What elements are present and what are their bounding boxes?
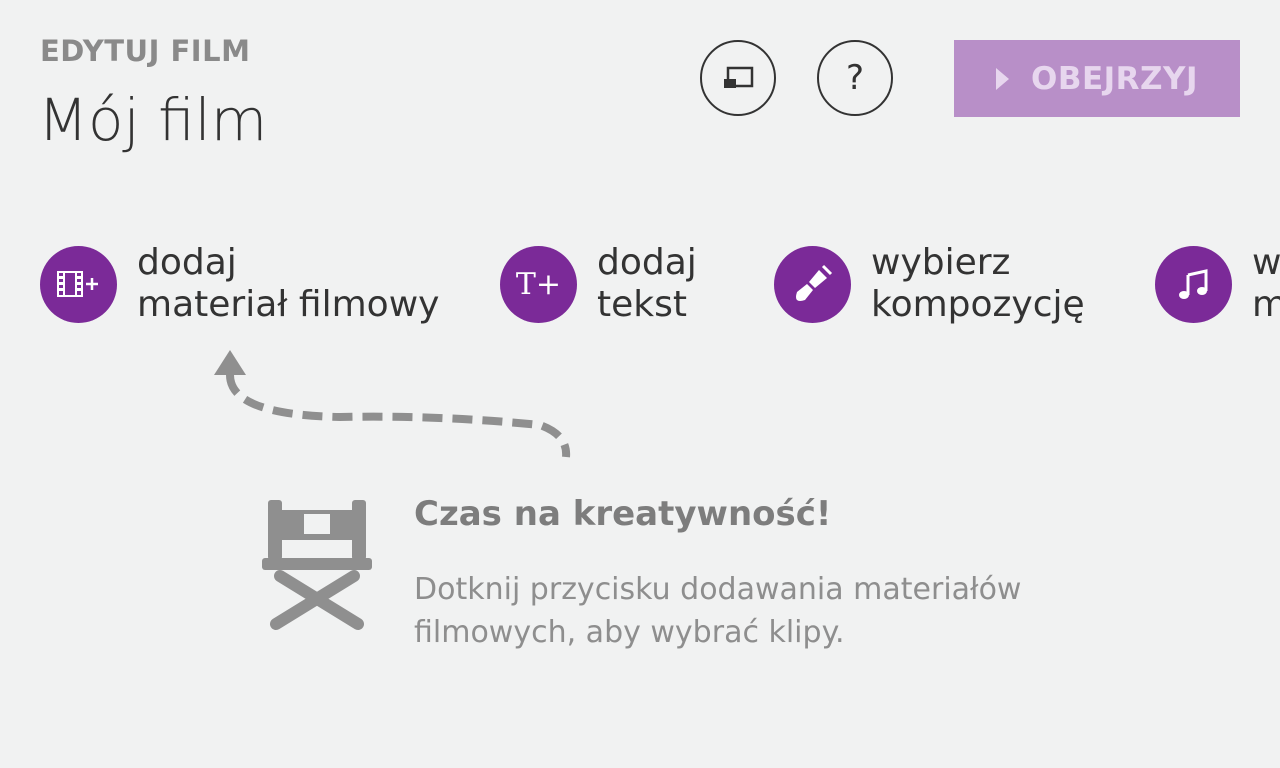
watch-button-label: OBEJRZYJ <box>1030 60 1199 97</box>
director-chair-icon <box>262 500 372 630</box>
choose-music-action[interactable]: wybierz muzykę <box>1155 242 1280 326</box>
choose-theme-action[interactable]: wybierz kompozycję <box>774 242 1085 326</box>
watch-button[interactable]: OBEJRZYJ <box>954 40 1240 117</box>
cast-icon <box>724 66 754 88</box>
movie-editor-page: EDYTUJ FILM Mój film ? OBEJRZYJ dodaj ma… <box>0 0 1280 768</box>
add-text-glyph: T+ <box>515 266 562 302</box>
add-video-line1: dodaj <box>137 242 237 283</box>
music-icon[interactable] <box>1155 245 1232 323</box>
help-label: ? <box>845 58 865 98</box>
section-label: EDYTUJ FILM <box>40 34 251 68</box>
add-video-line2: materiał filmowy <box>137 284 440 325</box>
empty-state-description: Dotknij przycisku dodawania materiałów f… <box>414 572 1022 650</box>
choose-theme-line2: kompozycję <box>871 284 1085 325</box>
add-text-action[interactable]: T+ dodaj tekst <box>500 242 697 326</box>
add-text-line1: dodaj <box>597 242 697 283</box>
play-icon <box>995 67 1009 90</box>
add-video-icon[interactable] <box>40 245 117 323</box>
add-video-action[interactable]: dodaj materiał filmowy <box>40 242 439 326</box>
brush-icon[interactable] <box>774 245 851 323</box>
help-button[interactable]: ? <box>817 40 893 116</box>
empty-state-title: Czas na kreatywność! <box>414 494 832 534</box>
choose-music-line1: wybierz <box>1252 242 1280 283</box>
choose-music-line2: muzykę <box>1252 284 1280 325</box>
cast-button[interactable] <box>700 40 776 116</box>
add-text-label: dodaj tekst <box>597 242 697 326</box>
add-text-line2: tekst <box>597 284 687 325</box>
page-title: Mój film <box>38 86 268 154</box>
choose-music-label: wybierz muzykę <box>1252 242 1280 326</box>
add-video-label: dodaj materiał filmowy <box>137 242 439 326</box>
hint-arrow-icon <box>214 350 571 458</box>
choose-theme-line1: wybierz <box>871 242 1011 283</box>
add-text-icon[interactable]: T+ <box>500 245 577 323</box>
choose-theme-label: wybierz kompozycję <box>871 242 1085 326</box>
